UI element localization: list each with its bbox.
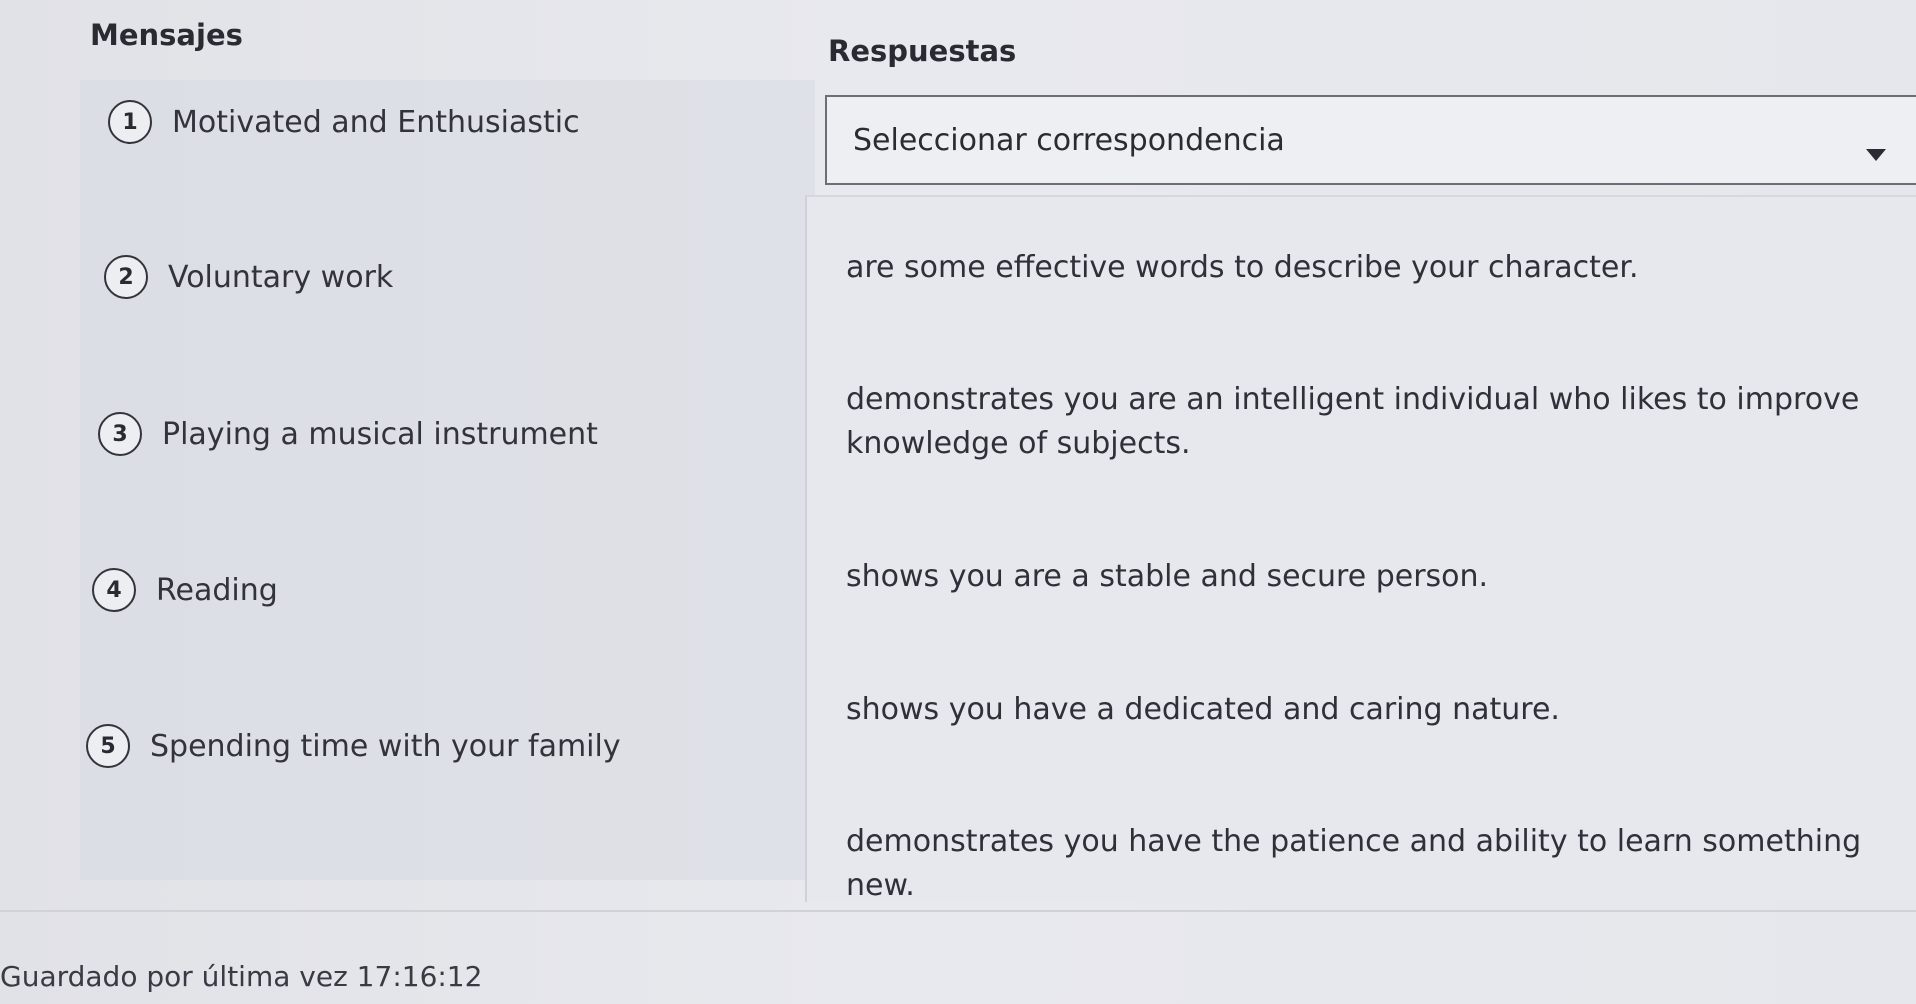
message-number-badge: 3 xyxy=(98,412,142,456)
message-item[interactable]: 3 Playing a musical instrument xyxy=(98,412,598,456)
message-item[interactable]: 5 Spending time with your family xyxy=(86,724,621,768)
message-number-badge: 1 xyxy=(108,100,152,144)
answers-panel xyxy=(805,195,1916,902)
answer-option[interactable]: demonstrates you are an intelligent indi… xyxy=(846,378,1896,466)
match-select-dropdown[interactable]: Seleccionar correspondencia xyxy=(825,95,1916,185)
message-label: Spending time with your family xyxy=(150,728,621,764)
message-item[interactable]: 2 Voluntary work xyxy=(104,255,393,299)
messages-header: Mensajes xyxy=(90,18,243,52)
message-number-badge: 5 xyxy=(86,724,130,768)
answers-header: Respuestas xyxy=(828,34,1017,68)
message-label: Playing a musical instrument xyxy=(162,416,598,452)
message-label: Reading xyxy=(156,572,278,608)
message-label: Motivated and Enthusiastic xyxy=(172,104,580,140)
answer-option[interactable]: are some effective words to describe you… xyxy=(846,246,1896,290)
last-saved-status: Guardado por última vez 17:16:12 xyxy=(0,960,483,993)
dropdown-arrow-icon[interactable] xyxy=(1866,149,1886,161)
message-label: Voluntary work xyxy=(168,259,394,295)
select-placeholder: Seleccionar correspondencia xyxy=(853,122,1285,158)
answer-option[interactable]: shows you have a dedicated and caring na… xyxy=(846,688,1896,732)
matching-question: Mensajes Respuestas 1 Motivated and Enth… xyxy=(0,0,1916,1004)
answer-option[interactable]: demonstrates you have the patience and a… xyxy=(846,820,1896,908)
answer-option[interactable]: shows you are a stable and secure person… xyxy=(846,555,1896,599)
divider xyxy=(0,910,1916,912)
message-item[interactable]: 4 Reading xyxy=(92,568,278,612)
message-item[interactable]: 1 Motivated and Enthusiastic xyxy=(108,100,580,144)
message-number-badge: 4 xyxy=(92,568,136,612)
message-number-badge: 2 xyxy=(104,255,148,299)
